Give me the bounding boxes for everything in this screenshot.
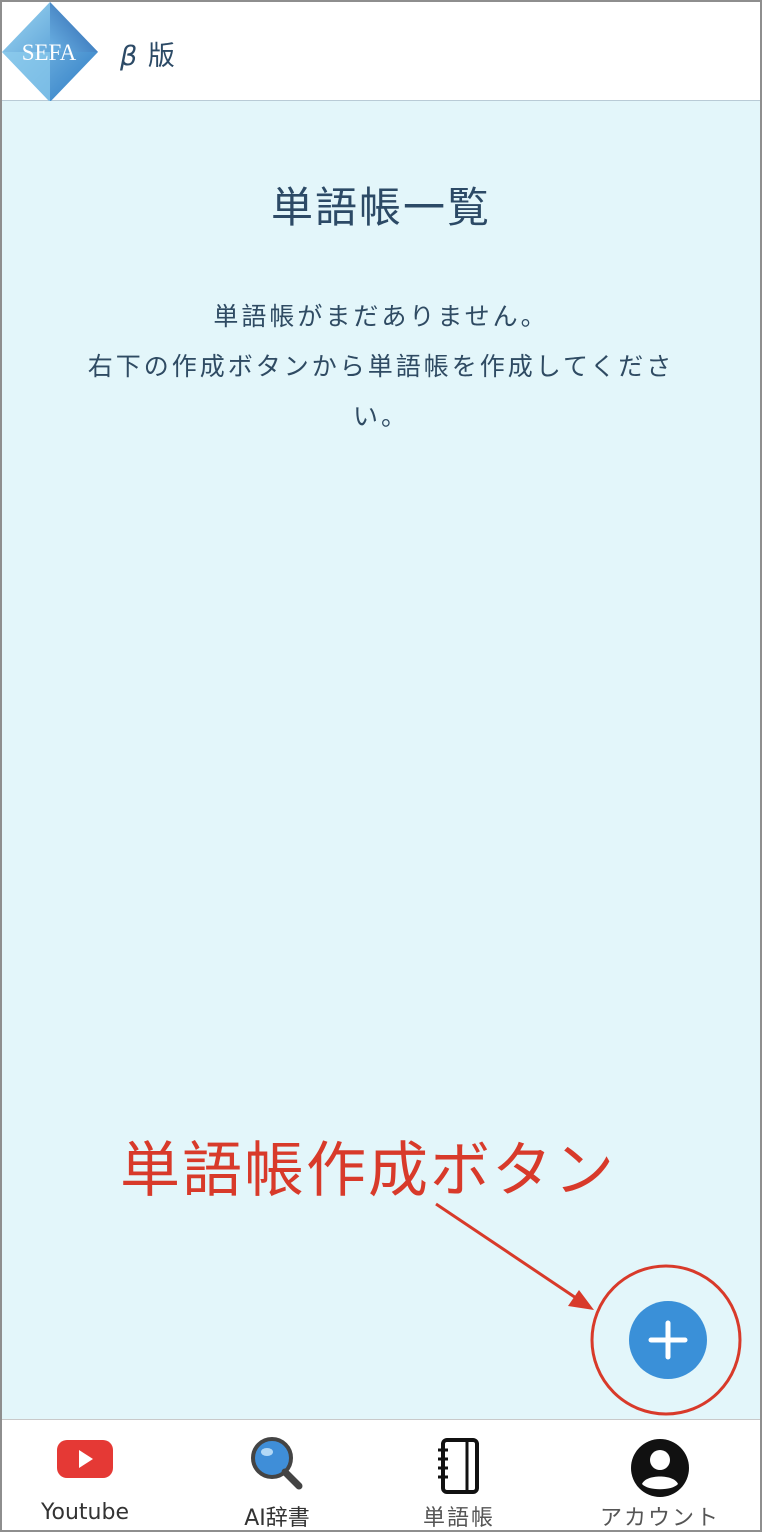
- annotation-label: 単語帳作成ボタン: [120, 1136, 616, 1206]
- account-icon: [631, 1439, 689, 1497]
- empty-message-line1: 単語帳がまだありません。: [213, 302, 549, 331]
- sefa-logo-mark: SEFA: [2, 2, 98, 102]
- plus-icon: [648, 1320, 688, 1360]
- app-frame: SEFA β 版 単語帳一覧 単語帳がまだありません。 右下の作成ボタンから単語…: [0, 0, 762, 1532]
- empty-message-line3: い。: [352, 402, 409, 431]
- create-wordbook-button[interactable]: [629, 1301, 707, 1379]
- notebook-icon: [438, 1438, 479, 1494]
- beta-badge: β 版: [120, 34, 176, 73]
- sefa-logo[interactable]: SEFA: [2, 2, 100, 102]
- nav-label-youtube: Youtube: [41, 1500, 129, 1525]
- page-title: 単語帳一覧: [270, 183, 491, 232]
- app-header: SEFA β 版: [2, 2, 760, 102]
- nav-item-wordbook[interactable]: 単語帳: [379, 1420, 539, 1531]
- nav-item-youtube[interactable]: Youtube: [5, 1420, 165, 1530]
- empty-message-line2: 右下の作成ボタンから単語帳を作成してくださ: [87, 352, 675, 381]
- empty-message: 単語帳がまだありません。 右下の作成ボタンから単語帳を作成してくださ い。: [56, 292, 706, 442]
- nav-label-wordbook: 単語帳: [422, 1506, 495, 1531]
- search-icon: [251, 1437, 303, 1490]
- youtube-icon: [57, 1440, 113, 1478]
- nav-item-ai-dictionary[interactable]: AI辞書: [197, 1420, 357, 1531]
- logo-text: SEFA: [22, 40, 77, 65]
- beta-label: 版: [147, 41, 176, 72]
- nav-label-account: アカウント: [599, 1506, 720, 1531]
- bottom-nav: Youtube AI辞書 単語帳 アカウント: [2, 1419, 760, 1531]
- nav-label-ai-dictionary: AI辞書: [244, 1506, 310, 1531]
- beta-symbol: β: [120, 41, 139, 72]
- nav-item-account[interactable]: アカウント: [580, 1420, 740, 1531]
